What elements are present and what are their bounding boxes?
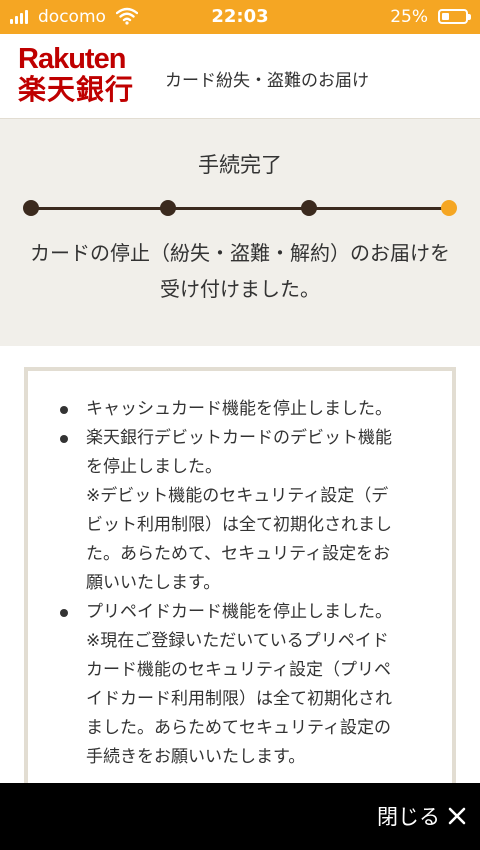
- bullet-icon: [60, 435, 68, 443]
- notice-line: た。あらためて、セキュリティ設定をお: [86, 544, 391, 564]
- logo-text-en: Rakuten: [18, 43, 126, 75]
- progress-step-1: [23, 200, 39, 216]
- rakuten-bank-logo: Rakuten 楽天銀行: [18, 44, 134, 106]
- progress-track: [31, 207, 449, 210]
- progress-title: 手続完了: [198, 153, 282, 177]
- progress-step-2: [160, 200, 176, 216]
- battery-icon: [438, 9, 471, 24]
- notice-box: キャッシュカード機能を停止しました。 楽天銀行デビットカードのデビット機能 を停…: [24, 367, 456, 807]
- status-bar: docomo 22:03 25%: [0, 0, 480, 34]
- notice-list: キャッシュカード機能を停止しました。 楽天銀行デビットカードのデビット機能 を停…: [28, 371, 452, 772]
- notice-line: イドカード利用制限）は全て初期化され: [86, 689, 392, 709]
- notice-line: キャッシュカード機能を停止しました。: [86, 399, 392, 419]
- notice-line: 手続きをお願いいたします。: [86, 747, 306, 767]
- progress-section: 手続完了 カードの停止（紛失・盗難・解約）のお届けを受け付けました。: [0, 118, 480, 346]
- page-title: カード紛失・盗難のお届け: [165, 71, 369, 91]
- footer-bar: 閉じる: [0, 783, 480, 850]
- list-item: プリペイドカード機能を停止しました。 ※現在ご登録いただいているプリペイド カー…: [60, 598, 432, 772]
- app-header: Rakuten 楽天銀行 カード紛失・盗難のお届け: [0, 34, 480, 118]
- notice-line: 楽天銀行デビットカードのデビット機能: [86, 428, 392, 448]
- close-icon: [448, 807, 466, 825]
- close-button[interactable]: 閉じる: [377, 801, 466, 831]
- notice-line: ました。あらためてセキュリティ設定の: [86, 718, 391, 738]
- notice-line: プリペイドカード機能を停止しました。: [86, 602, 392, 622]
- completion-message: カードの停止（紛失・盗難・解約）のお届けを受け付けました。: [30, 241, 450, 301]
- list-item: キャッシュカード機能を停止しました。: [60, 395, 432, 424]
- notice-line: 願いいたします。: [86, 573, 221, 593]
- notice-line: ※現在ご登録いただいているプリペイド: [86, 631, 389, 651]
- bullet-icon: [60, 609, 68, 617]
- notice-line: ビット利用制限）は全て初期化されまし: [86, 515, 392, 535]
- bullet-icon: [60, 406, 68, 414]
- list-item: 楽天銀行デビットカードのデビット機能 を停止しました。 ※デビット機能のセキュリ…: [60, 424, 432, 598]
- close-label: 閉じる: [377, 805, 440, 829]
- notice-line: カード機能のセキュリティ設定（プリペ: [86, 660, 391, 680]
- progress-step-3: [301, 200, 317, 216]
- notice-line: ※デビット機能のセキュリティ設定（デ: [86, 486, 389, 506]
- battery-percent: 25%: [390, 7, 428, 27]
- logo-text-jp: 楽天銀行: [18, 73, 135, 106]
- notice-line: を停止しました。: [86, 457, 222, 477]
- progress-step-4-current: [441, 200, 457, 216]
